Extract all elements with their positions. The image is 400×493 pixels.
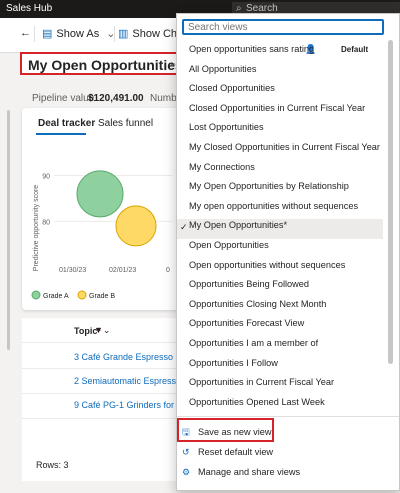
view-option[interactable]: My Closed Opportunities in Current Fisca… — [189, 142, 380, 152]
checkmark-icon: ✓ — [180, 222, 188, 232]
divider — [22, 368, 182, 369]
x-tick-label: 02/01/23 — [109, 267, 136, 274]
view-option[interactable]: Closed Opportunities in Current Fiscal Y… — [189, 103, 365, 113]
view-option[interactable]: Opportunities in Current Fiscal Year — [189, 377, 334, 387]
back-button[interactable]: ← — [20, 27, 31, 39]
settings-icon: ⚙ — [182, 467, 191, 477]
tab-deal-tracker[interactable]: Deal tracker — [38, 118, 95, 129]
view-option[interactable]: Closed Opportunities — [189, 83, 275, 93]
legend-swatch — [77, 290, 87, 300]
show-as-label: Show As — [56, 28, 100, 40]
view-option[interactable]: Opportunities I am a member of — [189, 338, 318, 348]
divider — [34, 26, 35, 42]
view-selector[interactable]: My Open Opportunities* ⌄ — [20, 52, 188, 75]
view-option[interactable]: Lost Opportunities — [189, 122, 264, 132]
view-dropdown: ✓ 👤 Default Open opportunities sans rati… — [176, 13, 400, 491]
legend-swatch — [31, 290, 41, 300]
bubble-grade-b — [115, 205, 157, 247]
table-row[interactable]: 2 Semiautomatic Espresso M — [74, 376, 191, 386]
divider — [177, 416, 399, 417]
divider — [22, 393, 182, 394]
y-tick-label: 80 — [42, 219, 50, 226]
view-option[interactable]: Open opportunities sans rating — [189, 44, 314, 54]
bubble-grade-a — [76, 170, 124, 218]
pipeline-value: $120,491.00 — [88, 93, 144, 104]
x-tick-label: 01/30/23 — [59, 267, 86, 274]
view-option[interactable]: Opportunities Closing Next Month — [189, 299, 326, 309]
manage-and-share-views-label: Manage and share views — [198, 467, 301, 477]
save-icon: 🖫 — [182, 427, 190, 437]
view-option[interactable]: My Connections — [189, 162, 255, 172]
reset-default-view-button[interactable]: ↺ Reset default view — [182, 447, 273, 458]
manage-and-share-views-button[interactable]: ⚙ Manage and share views — [182, 467, 300, 478]
reset-icon: ↺ — [182, 447, 190, 457]
x-tick-label: 0 — [166, 267, 170, 274]
filter-icon[interactable]: ▼⌄ — [94, 325, 110, 336]
rows-count: Rows: 3 — [36, 460, 69, 470]
view-option[interactable]: Open opportunities without sequences — [189, 260, 345, 270]
show-as-button[interactable]: ▤ Show As ⌄ — [42, 27, 116, 40]
view-option[interactable]: My Open Opportunities by Relationship — [189, 181, 349, 191]
scrollbar[interactable] — [7, 110, 10, 350]
view-option[interactable]: My open opportunities without sequences — [189, 201, 358, 211]
search-views-input[interactable] — [182, 19, 384, 35]
bubble-chart: Predictive opportunity score 90 80 01/30/2… — [31, 170, 172, 300]
view-option[interactable]: Opportunities I Follow — [189, 358, 278, 368]
chart-icon: ▥ — [118, 28, 129, 40]
view-option[interactable]: All Opportunities — [189, 64, 256, 74]
view-option[interactable]: Open Opportunities — [189, 240, 269, 250]
view-option[interactable]: Opportunities Forecast View — [189, 318, 304, 328]
show-as-icon: ▤ — [42, 28, 53, 40]
table-row[interactable]: 3 Café Grande Espresso Mac — [74, 352, 193, 362]
legend-label: Grade A — [43, 293, 69, 300]
y-axis-label: Predictive opportunity score — [33, 185, 40, 271]
view-option[interactable]: Opportunities Being Followed — [189, 279, 309, 289]
tab-underline — [36, 133, 86, 135]
divider — [22, 418, 182, 419]
scrollbar[interactable] — [388, 40, 393, 364]
reset-default-view-label: Reset default view — [198, 447, 274, 457]
divider — [22, 342, 182, 343]
pipeline-label: Pipeline value — [32, 93, 95, 104]
y-tick-label: 90 — [42, 174, 50, 181]
tab-sales-funnel[interactable]: Sales funnel — [98, 118, 153, 129]
default-badge: Default — [341, 45, 369, 54]
view-option[interactable]: My Open Opportunities* — [189, 220, 287, 230]
save-as-new-view-label: Save as new view — [198, 427, 272, 437]
grid-card: Topic* ▼⌄ 3 Café Grande Espresso Mac 2 S… — [22, 318, 194, 481]
chart-card: Deal tracker Sales funnel Predictive opp… — [22, 108, 182, 310]
save-as-new-view-button[interactable]: 🖫 Save as new view — [182, 425, 272, 441]
view-title: My Open Opportunities* — [28, 57, 189, 73]
view-option[interactable]: Opportunities Opened Last Week — [189, 397, 325, 407]
divider — [114, 26, 115, 42]
app-title: Sales Hub — [6, 3, 53, 14]
legend-label: Grade B — [89, 293, 115, 300]
